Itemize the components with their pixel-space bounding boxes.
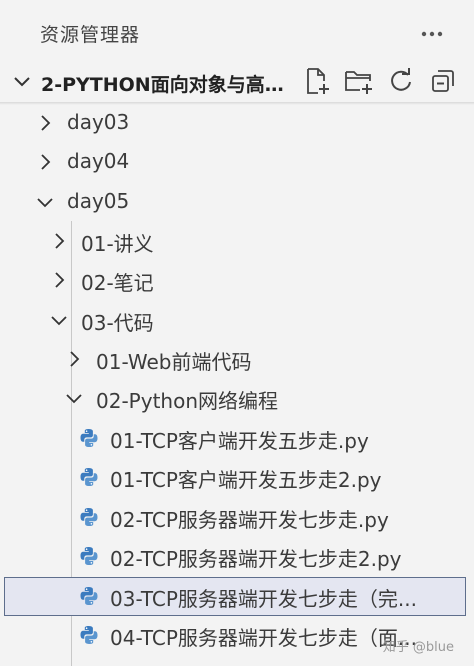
tree-item-label: 02-TCP服务器端开发七步走.py — [110, 508, 389, 532]
tree-item-label: day05 — [67, 189, 130, 213]
tree-item-label: 01-TCP客户端开发五步走.py — [110, 429, 369, 453]
tree-item-day05[interactable]: day05 — [0, 183, 470, 222]
refresh-icon — [391, 68, 411, 91]
refresh-button[interactable] — [386, 66, 416, 96]
tree-item-python-file[interactable]: 01-TCP客户端开发五步走.py — [0, 419, 470, 458]
tree-item-label: 01-TCP客户端开发五步走2.py — [110, 468, 382, 492]
chevron-down-icon — [37, 198, 53, 208]
tree-item-01-web-frontend[interactable]: 01-Web前端代码 — [0, 340, 470, 379]
chevron-down-icon — [66, 394, 82, 404]
tree-item-01-lecture[interactable]: 01-讲义 — [0, 222, 470, 261]
chevron-right-icon — [55, 272, 65, 288]
chevron-right-icon — [41, 115, 51, 131]
tree-item-python-file[interactable]: 02-TCP服务器端开发七步走.py — [0, 498, 470, 537]
tree-item-label: 02-TCP服务器端开发七步走2.py — [110, 547, 402, 571]
chevron-right-icon — [55, 233, 65, 249]
tree-item-label: day04 — [67, 149, 130, 173]
chevron-down-icon — [14, 77, 30, 87]
section-actions — [302, 66, 458, 96]
python-icon — [80, 547, 98, 565]
tree-item-label: 01-Web前端代码 — [96, 350, 252, 374]
tree-item-python-file[interactable]: 01-TCP客户端开发五步走2.py — [0, 458, 470, 497]
new-folder-button[interactable] — [344, 66, 374, 96]
python-icon — [80, 626, 98, 644]
tree-item-label: 03-TCP服务器端开发七步走（完... — [110, 587, 417, 611]
python-icon — [80, 508, 98, 526]
watermark: 知乎 @blue — [382, 640, 454, 655]
explorer-panel: 资源管理器 2-PYTHON面向对象与高... day03 day04 day0… — [0, 0, 474, 666]
tree-item-label: 04-TCP服务器端开发七步走（面... — [110, 626, 417, 650]
python-icon — [80, 429, 98, 447]
tree-item-label: 01-讲义 — [81, 232, 154, 256]
new-file-button[interactable] — [302, 66, 332, 96]
chevron-right-icon — [70, 351, 80, 367]
chevron-down-icon — [51, 316, 67, 326]
tree-item-02-notes[interactable]: 02-笔记 — [0, 261, 470, 300]
workspace-section-header[interactable]: 2-PYTHON面向对象与高... — [0, 62, 474, 102]
tree-item-label: 02-笔记 — [81, 271, 154, 295]
chevron-right-icon — [41, 154, 51, 170]
python-icon — [80, 587, 98, 605]
ellipsis-icon — [421, 31, 443, 37]
python-icon — [80, 468, 98, 486]
tree-item-02-python-network[interactable]: 02-Python网络编程 — [0, 379, 470, 418]
tree-item-python-file-selected[interactable]: 03-TCP服务器端开发七步走（完... — [4, 577, 466, 616]
collapse-all-icon — [432, 70, 454, 92]
tree-item-label: 03-代码 — [81, 311, 154, 335]
tree-item-label: 02-Python网络编程 — [96, 389, 278, 413]
more-actions-button[interactable] — [418, 20, 446, 48]
tree-item-03-code[interactable]: 03-代码 — [0, 301, 470, 340]
tree-item-day04[interactable]: day04 — [0, 143, 470, 182]
new-folder-icon — [345, 71, 372, 94]
workspace-title: 2-PYTHON面向对象与高... — [41, 74, 286, 96]
collapse-all-button[interactable] — [428, 66, 458, 96]
new-file-icon — [307, 68, 329, 94]
tree-item-python-file[interactable]: 02-TCP服务器端开发七步走2.py — [0, 537, 470, 576]
tree-item-label: day03 — [67, 110, 130, 134]
tree-item-day03[interactable]: day03 — [0, 104, 470, 143]
explorer-title: 资源管理器 — [40, 24, 141, 46]
